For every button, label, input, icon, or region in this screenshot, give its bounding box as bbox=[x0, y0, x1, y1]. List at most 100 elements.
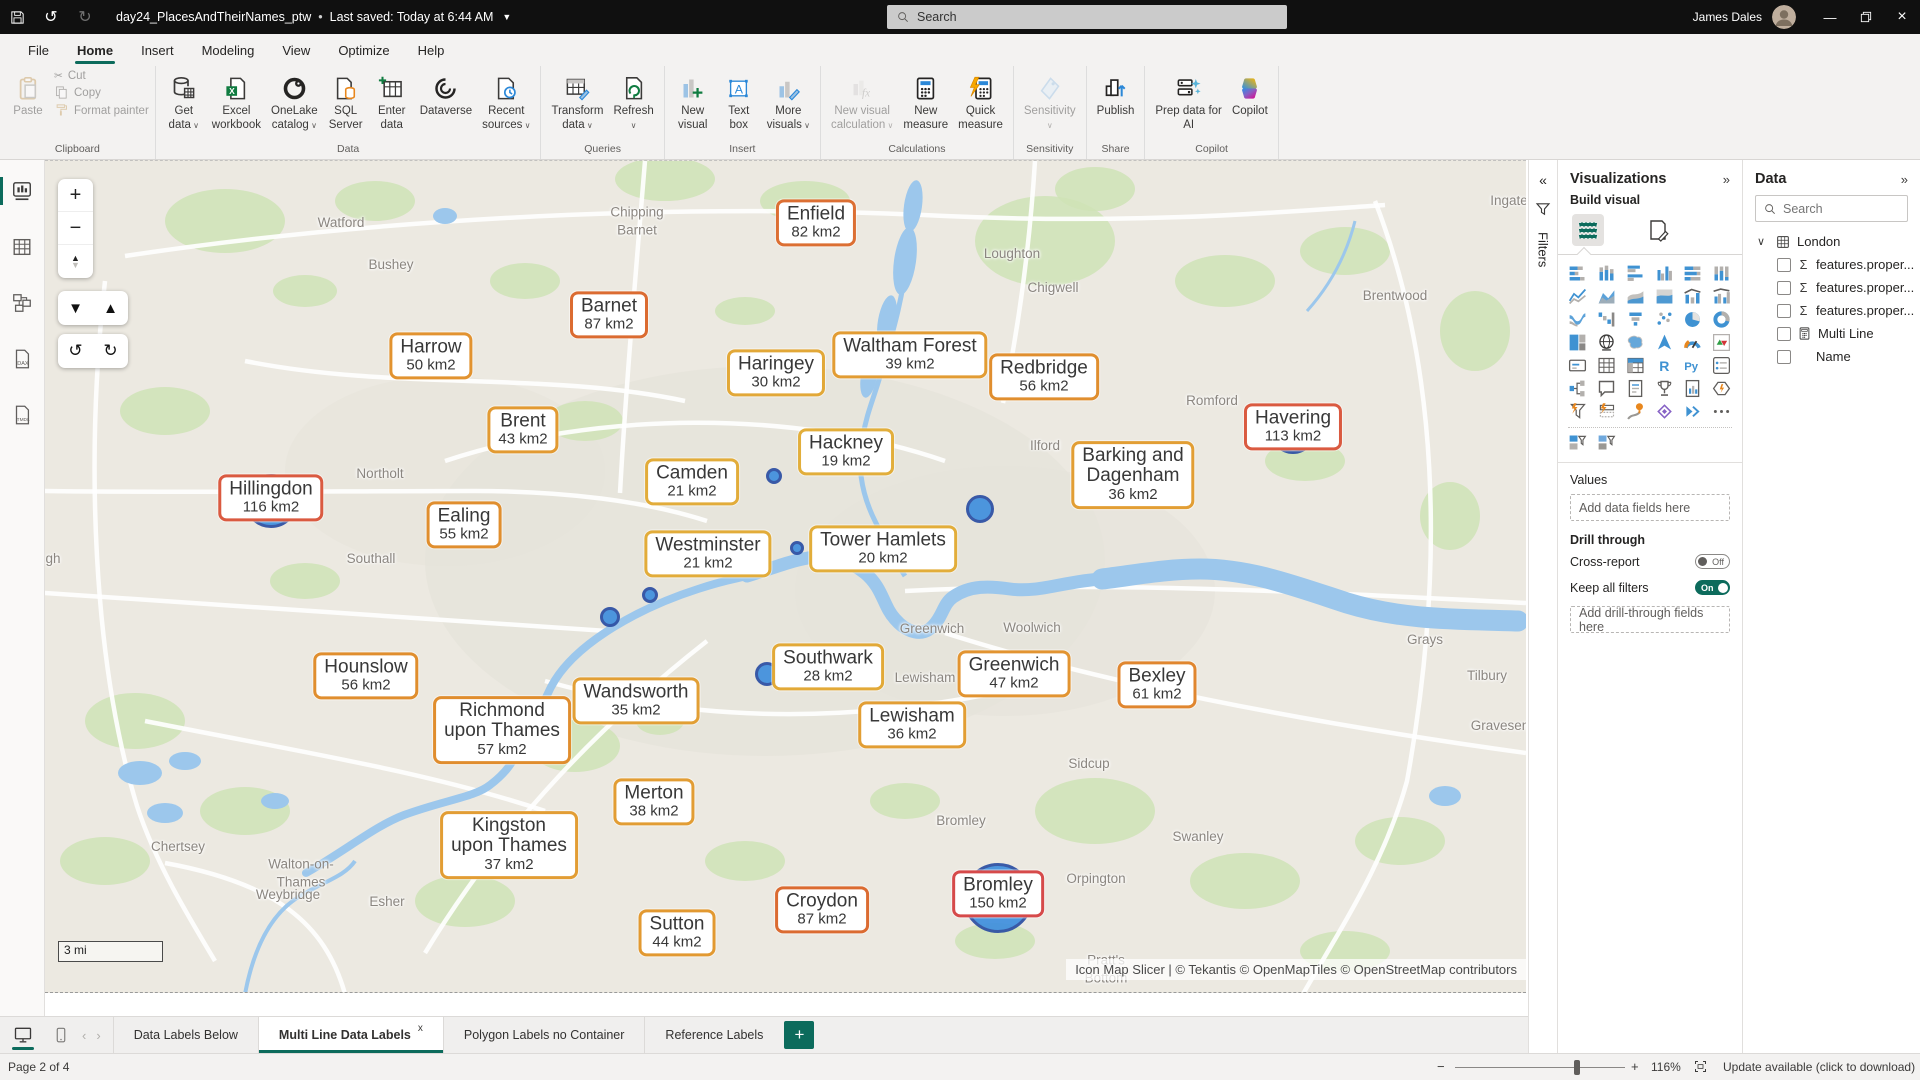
pie-visual-icon[interactable] bbox=[1681, 309, 1704, 329]
stacked-column-visual-icon[interactable] bbox=[1595, 263, 1618, 283]
menu-tab-optimize[interactable]: Optimize bbox=[324, 36, 403, 66]
borough-label-brent[interactable]: Brent43 km2 bbox=[487, 406, 558, 453]
desktop-layout-button[interactable] bbox=[8, 1017, 38, 1053]
borough-label-bexley[interactable]: Bexley61 km2 bbox=[1117, 661, 1196, 708]
borough-label-haringey[interactable]: Haringey30 km2 bbox=[727, 349, 825, 396]
combo-line-column-visual-icon[interactable] bbox=[1681, 286, 1704, 306]
combo-line-clustered-visual-icon[interactable] bbox=[1710, 286, 1733, 306]
field-checkbox[interactable] bbox=[1777, 281, 1791, 295]
metrics-visual-icon[interactable] bbox=[1653, 378, 1676, 398]
borough-label-havering[interactable]: Havering113 km2 bbox=[1244, 403, 1342, 450]
borough-label-tower-hamlets[interactable]: Tower Hamlets20 km2 bbox=[809, 525, 957, 572]
clustered-column-visual-icon[interactable] bbox=[1653, 263, 1676, 283]
zoom-slider-track[interactable] bbox=[1455, 1067, 1625, 1068]
borough-label-lewisham[interactable]: Lewisham36 km2 bbox=[858, 701, 966, 748]
custom-filter-2-visual-icon[interactable] bbox=[1595, 432, 1618, 452]
borough-label-enfield[interactable]: Enfield82 km2 bbox=[776, 199, 856, 246]
menu-tab-home[interactable]: Home bbox=[63, 36, 127, 66]
add-drill-through-well[interactable]: Add drill-through fields here bbox=[1570, 606, 1730, 633]
global-search-input[interactable]: Search bbox=[887, 5, 1287, 29]
borough-label-greenwich[interactable]: Greenwich47 km2 bbox=[958, 650, 1071, 697]
kpi-visual-icon[interactable] bbox=[1710, 332, 1733, 352]
data-field-name[interactable]: Name bbox=[1743, 345, 1920, 368]
data-search-box[interactable] bbox=[1755, 195, 1908, 222]
power-automate-visual-icon[interactable] bbox=[1566, 401, 1589, 421]
fit-to-page-icon[interactable] bbox=[1693, 1059, 1708, 1074]
decomposition-tree-visual-icon[interactable] bbox=[1566, 378, 1589, 398]
custom-filter-1-visual-icon[interactable] bbox=[1566, 432, 1589, 452]
stacked-column-100-visual-icon[interactable] bbox=[1710, 263, 1733, 283]
borough-label-wandsworth[interactable]: Wandsworth35 km2 bbox=[573, 677, 700, 724]
area-visual-icon[interactable] bbox=[1595, 286, 1618, 306]
more-options-visual-icon[interactable] bbox=[1710, 401, 1733, 421]
map-pitch-down-button[interactable]: ▼ bbox=[58, 291, 93, 325]
ribbon-button-dataverse[interactable]: Dataverse bbox=[416, 70, 476, 122]
stacked-bar-100-visual-icon[interactable] bbox=[1681, 263, 1704, 283]
ribbon-button-onelake-catalog[interactable]: OneLake catalog ∨ bbox=[267, 70, 322, 136]
paginated-report-visual-icon[interactable] bbox=[1681, 378, 1704, 398]
custom-diamond-visual-icon[interactable] bbox=[1653, 401, 1676, 421]
zoom-slider-handle[interactable] bbox=[1574, 1060, 1580, 1075]
funnel-visual-icon[interactable] bbox=[1624, 309, 1647, 329]
borough-label-bromley[interactable]: Bromley150 km2 bbox=[952, 870, 1044, 917]
treemap-visual-icon[interactable] bbox=[1566, 332, 1589, 352]
line-visual-icon[interactable] bbox=[1566, 286, 1589, 306]
add-data-fields-well[interactable]: Add data fields here bbox=[1570, 494, 1730, 521]
ribbon-button-copilot[interactable]: Copilot bbox=[1228, 70, 1272, 122]
smart-narrative-visual-icon[interactable] bbox=[1624, 378, 1647, 398]
ribbon-button-text-box[interactable]: AText box bbox=[717, 70, 761, 136]
menu-tab-view[interactable]: View bbox=[268, 36, 324, 66]
scatter-visual-icon[interactable] bbox=[1653, 309, 1676, 329]
table-visual-icon[interactable] bbox=[1595, 355, 1618, 375]
expand-chevron-icon[interactable]: ∨ bbox=[1757, 235, 1769, 248]
field-checkbox[interactable] bbox=[1777, 304, 1791, 318]
data-point-circle[interactable] bbox=[600, 607, 620, 627]
rail-item-model-view[interactable] bbox=[0, 286, 45, 320]
python-visual-icon[interactable]: Py bbox=[1681, 355, 1704, 375]
map-rotate-left-button[interactable]: ↺ bbox=[58, 334, 93, 368]
map-pitch-up-button[interactable]: ▲ bbox=[93, 291, 128, 325]
data-point-circle[interactable] bbox=[790, 541, 804, 555]
waterfall-visual-icon[interactable] bbox=[1595, 309, 1618, 329]
minimize-button[interactable]: — bbox=[1812, 0, 1848, 34]
data-point-circle[interactable] bbox=[966, 495, 994, 523]
map-visual-icon[interactable] bbox=[1595, 332, 1618, 352]
azure-map-visual-icon[interactable] bbox=[1653, 332, 1676, 352]
borough-label-redbridge[interactable]: Redbridge56 km2 bbox=[989, 353, 1099, 400]
page-tab-reference-labels[interactable]: Reference Labels bbox=[644, 1017, 783, 1053]
clustered-bar-visual-icon[interactable] bbox=[1624, 263, 1647, 283]
data-field-features-proper---[interactable]: Σfeatures.proper... bbox=[1743, 299, 1920, 322]
menu-tab-modeling[interactable]: Modeling bbox=[188, 36, 269, 66]
power-apps-visual-icon[interactable] bbox=[1710, 378, 1733, 398]
mobile-layout-button[interactable] bbox=[46, 1017, 76, 1053]
ribbon-button-refresh-[interactable]: Refresh ∨ bbox=[609, 70, 657, 136]
borough-label-harrow[interactable]: Harrow50 km2 bbox=[389, 332, 472, 379]
donut-visual-icon[interactable] bbox=[1710, 309, 1733, 329]
title-caret-icon[interactable]: ▼ bbox=[502, 12, 511, 22]
restore-button[interactable] bbox=[1848, 0, 1884, 34]
map-zoom-in-button[interactable]: + bbox=[58, 179, 93, 212]
borough-label-southwark[interactable]: Southwark28 km2 bbox=[772, 643, 884, 690]
ribbon-button-enter-data[interactable]: Enter data bbox=[370, 70, 414, 136]
keep-all-filters-toggle[interactable]: On bbox=[1695, 580, 1730, 595]
borough-label-sutton[interactable]: Sutton44 km2 bbox=[639, 909, 716, 956]
ribbon-button-new-visual[interactable]: New visual bbox=[671, 70, 715, 136]
card-visual-icon[interactable] bbox=[1566, 355, 1589, 375]
slicer-visual-icon[interactable] bbox=[1710, 355, 1733, 375]
zoom-level[interactable]: 116% bbox=[1651, 1060, 1681, 1074]
page-nav-right-icon[interactable]: › bbox=[96, 1028, 100, 1043]
menu-tab-help[interactable]: Help bbox=[404, 36, 459, 66]
ribbon-button-sql-server[interactable]: SQL Server bbox=[324, 70, 368, 136]
page-tab-data-labels-below[interactable]: Data Labels Below bbox=[113, 1017, 258, 1053]
ribbon-button-more-visuals[interactable]: More visuals ∨ bbox=[763, 70, 814, 136]
ribbon-button-new-measure[interactable]: New measure bbox=[899, 70, 952, 136]
stacked-bar-visual-icon[interactable] bbox=[1566, 263, 1589, 283]
new-page-button[interactable]: + bbox=[784, 1021, 814, 1049]
close-button[interactable]: × bbox=[1884, 0, 1920, 34]
borough-label-merton[interactable]: Merton38 km2 bbox=[613, 778, 694, 825]
rail-item-dax-query-view[interactable]: DAX bbox=[0, 342, 45, 376]
ribbon-visual-icon[interactable] bbox=[1566, 309, 1589, 329]
lightning-filter-visual-icon[interactable] bbox=[1595, 401, 1618, 421]
borough-label-barnet[interactable]: Barnet87 km2 bbox=[570, 291, 648, 338]
page-tab-polygon-labels-no-container[interactable]: Polygon Labels no Container bbox=[443, 1017, 645, 1053]
